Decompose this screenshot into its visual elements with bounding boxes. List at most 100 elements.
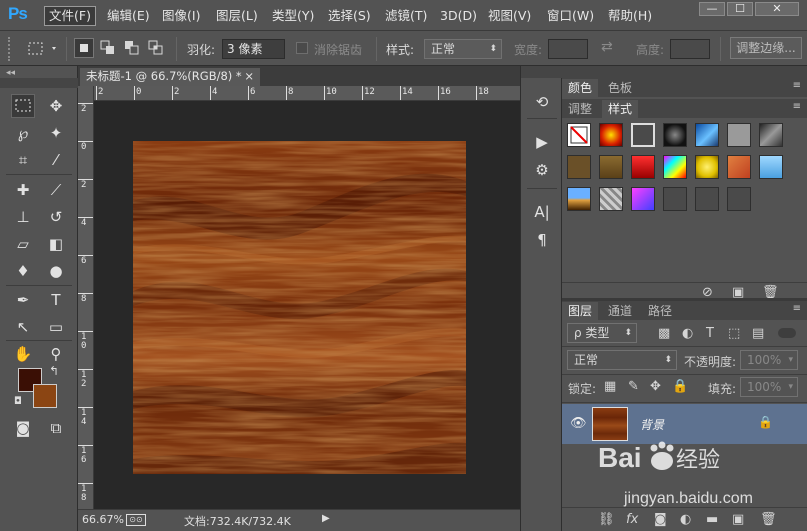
style-swatch[interactable]: [663, 187, 687, 211]
properties-panel-icon[interactable]: ⚙: [531, 160, 553, 180]
vertical-ruler[interactable]: 2 0 2 4 6 8 10 12 14 16 18: [78, 86, 94, 509]
swap-dimensions-icon[interactable]: ⇄: [601, 39, 613, 55]
style-swatch[interactable]: [727, 155, 751, 179]
clone-stamp-icon[interactable]: ⊥: [11, 205, 35, 229]
zoom-level[interactable]: 66.67%: [82, 513, 124, 526]
style-swatch[interactable]: [727, 187, 751, 211]
character-panel-icon[interactable]: A|: [531, 202, 553, 222]
width-input[interactable]: [548, 39, 588, 59]
filter-toggle[interactable]: [778, 328, 796, 338]
filter-shape-icon[interactable]: ⬚: [728, 326, 740, 341]
style-swatch[interactable]: [663, 123, 687, 147]
panel-menu-icon[interactable]: ≡: [793, 101, 801, 112]
quick-mask-icon[interactable]: ◙: [11, 416, 35, 440]
type-tool-icon[interactable]: T: [44, 288, 68, 312]
style-swatch[interactable]: [663, 155, 687, 179]
adjustment-layer-icon[interactable]: ◐: [680, 512, 691, 527]
eraser-icon[interactable]: ▱: [11, 232, 35, 256]
screen-mode-icon[interactable]: ⧉: [44, 416, 68, 440]
menu-window[interactable]: 窗口(W): [547, 7, 594, 25]
tab-paths[interactable]: 路径: [642, 302, 678, 320]
rectangle-shape-icon[interactable]: ▭: [44, 315, 68, 339]
close-button[interactable]: ✕: [755, 2, 799, 16]
menu-filter[interactable]: 滤镜(T): [385, 7, 427, 25]
style-swatch[interactable]: [631, 123, 655, 147]
layer-kind-filter[interactable]: ρ 类型 ⬍: [567, 323, 637, 343]
pen-icon[interactable]: ✒: [11, 288, 35, 312]
layer-thumbnail[interactable]: [592, 407, 628, 441]
filter-adjustment-icon[interactable]: ◐: [682, 326, 693, 341]
eyedropper-icon[interactable]: ⁄: [44, 148, 68, 172]
rectangular-marquee-icon[interactable]: [11, 94, 35, 118]
style-swatch[interactable]: [759, 123, 783, 147]
menu-select[interactable]: 选择(S): [328, 7, 371, 25]
style-swatch[interactable]: [631, 187, 655, 211]
new-layer-icon[interactable]: ▣: [732, 512, 744, 527]
tab-styles[interactable]: 样式: [602, 100, 639, 118]
filter-smart-object-icon[interactable]: ▤: [752, 326, 764, 341]
close-tab-icon[interactable]: ×: [244, 68, 254, 85]
layer-style-icon[interactable]: fx: [626, 512, 638, 527]
crop-icon[interactable]: ⌗: [11, 148, 35, 172]
history-panel-icon[interactable]: ⟲: [531, 92, 553, 112]
swap-colors-icon[interactable]: ↰: [49, 364, 59, 378]
panel-menu-icon[interactable]: ≡: [793, 80, 801, 91]
default-colors-icon[interactable]: ◘: [14, 396, 22, 407]
tab-color[interactable]: 颜色: [562, 79, 599, 97]
background-color-swatch[interactable]: [33, 384, 57, 408]
collapse-icon[interactable]: ◂◂: [6, 68, 15, 78]
timeline-icon[interactable]: ⊙⊙: [126, 514, 146, 526]
layer-name[interactable]: 背景: [640, 416, 664, 433]
height-input[interactable]: [670, 39, 710, 59]
menu-edit[interactable]: 编辑(E): [107, 7, 150, 25]
zoom-icon[interactable]: ⚲: [44, 342, 68, 366]
style-swatch[interactable]: [599, 155, 623, 179]
blur-icon[interactable]: ♦: [11, 259, 35, 283]
style-swatch[interactable]: [727, 123, 751, 147]
style-swatch[interactable]: [567, 187, 591, 211]
minimize-button[interactable]: —: [699, 2, 725, 16]
healing-brush-icon[interactable]: ✚: [11, 178, 35, 202]
style-swatch[interactable]: [567, 155, 591, 179]
visibility-eye-icon[interactable]: 👁: [570, 416, 587, 431]
panel-menu-icon[interactable]: ≡: [793, 303, 801, 314]
tab-adjustments[interactable]: 调整: [562, 100, 598, 118]
menu-layer[interactable]: 图层(L): [216, 7, 258, 25]
gradient-icon[interactable]: ◧: [44, 232, 68, 256]
refine-edge-button[interactable]: 调整边缘...: [730, 37, 802, 59]
layer-mask-icon[interactable]: ◙: [654, 512, 667, 527]
menu-3d[interactable]: 3D(D): [440, 7, 477, 25]
paragraph-panel-icon[interactable]: ¶: [531, 230, 553, 250]
opacity-input[interactable]: 100% ▾: [740, 350, 798, 370]
style-swatch[interactable]: [695, 123, 719, 147]
style-swatch[interactable]: [695, 155, 719, 179]
feather-input[interactable]: 3 像素: [222, 39, 285, 59]
subtract-selection-icon[interactable]: [122, 38, 142, 58]
dodge-icon[interactable]: ●: [44, 259, 68, 283]
lock-pixels-icon[interactable]: ✎: [628, 379, 639, 394]
brush-icon[interactable]: ⟋: [44, 178, 68, 202]
maximize-button[interactable]: ☐: [727, 2, 753, 16]
lasso-icon[interactable]: ℘: [11, 121, 35, 145]
blend-mode-dropdown[interactable]: 正常 ⬍: [567, 350, 677, 370]
style-dropdown[interactable]: 正常 ⬍: [424, 39, 502, 59]
history-brush-icon[interactable]: ↺: [44, 205, 68, 229]
style-swatch[interactable]: [631, 155, 655, 179]
intersect-selection-icon[interactable]: [146, 38, 166, 58]
marquee-preset-picker[interactable]: [26, 39, 62, 59]
tab-layers[interactable]: 图层: [562, 302, 599, 320]
status-menu-arrow-icon[interactable]: ▶: [322, 513, 330, 524]
menu-type[interactable]: 类型(Y): [272, 7, 314, 25]
horizontal-ruler[interactable]: 2 0 2 4 6 8 10 12 14 16 18: [94, 86, 520, 101]
tab-channels[interactable]: 通道: [602, 302, 638, 320]
hand-icon[interactable]: ✋: [11, 342, 35, 366]
move-tool-icon[interactable]: ✥: [44, 94, 68, 118]
filter-type-icon[interactable]: T: [706, 326, 714, 341]
style-swatch[interactable]: [695, 187, 719, 211]
document-tab[interactable]: 未标题-1 @ 66.7%(RGB/8) * ×: [80, 68, 260, 86]
link-layers-icon[interactable]: ⛓: [598, 512, 615, 527]
path-selection-icon[interactable]: ↖: [11, 315, 35, 339]
tab-swatches[interactable]: 色板: [602, 79, 638, 97]
menu-help[interactable]: 帮助(H): [608, 7, 652, 25]
fill-input[interactable]: 100% ▾: [740, 377, 798, 397]
